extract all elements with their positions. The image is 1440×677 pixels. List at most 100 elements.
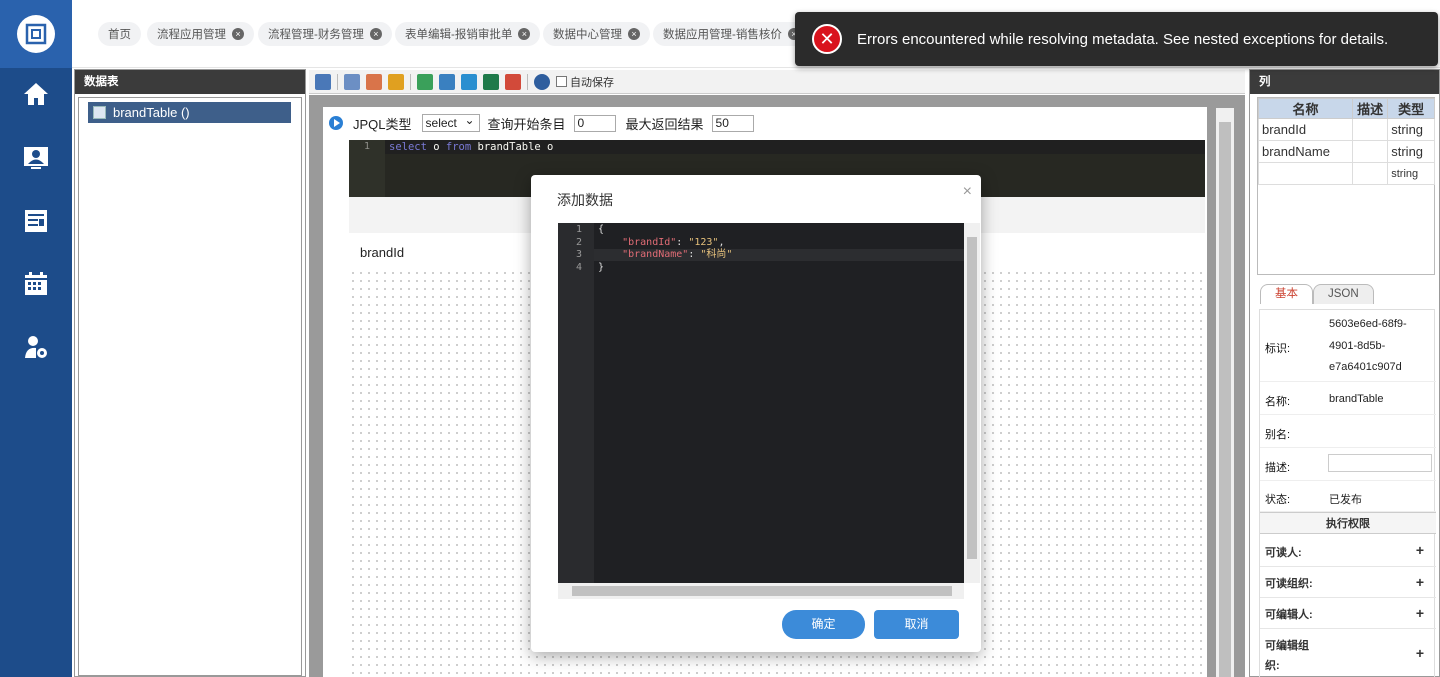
col-name[interactable]: brandId [1258, 118, 1353, 141]
scrollbar-thumb[interactable] [967, 237, 977, 559]
code-text: o [426, 141, 446, 153]
copy-icon[interactable] [344, 73, 360, 90]
tab-finance[interactable]: 流程管理-财务管理 × [258, 22, 392, 46]
json-value: "科尚" [700, 249, 733, 260]
home-icon[interactable] [22, 80, 50, 108]
jpql-type-select[interactable]: select [421, 112, 480, 132]
json-code: { "brandId": "123", "brandName": "科尚"} [598, 224, 732, 274]
col-name[interactable]: brandName [1258, 140, 1353, 163]
prop-description: 描述: [1260, 449, 1436, 481]
json-key: "brandId" [622, 236, 677, 248]
col-desc-header: 描述 [1351, 98, 1389, 119]
scrollbar-thumb[interactable] [1219, 122, 1231, 677]
prop-label: 状态: [1265, 494, 1291, 506]
permissions-title: 执行权限 [1260, 512, 1436, 534]
clear-icon[interactable] [505, 73, 521, 90]
tab-process-apps[interactable]: 流程应用管理 × [147, 22, 254, 46]
perm-read-orgs: 可读组织: + [1260, 567, 1436, 598]
form-icon[interactable] [22, 207, 50, 235]
property-tabs: 基本 JSON [1260, 284, 1374, 304]
columns-table: 名称 描述 类型 brandId string brandName string… [1257, 97, 1435, 275]
tab-json[interactable]: JSON [1313, 284, 1374, 304]
col-desc[interactable] [1351, 118, 1389, 141]
start-index-input[interactable]: 0 [573, 114, 616, 132]
close-tab-icon[interactable]: × [232, 28, 244, 40]
add-icon[interactable]: + [1416, 605, 1424, 621]
build-icon[interactable] [388, 73, 404, 90]
run-query-icon[interactable] [329, 116, 343, 130]
scrollbar-thumb[interactable] [572, 586, 952, 596]
table-icon [93, 106, 106, 119]
editor-vertical-scrollbar[interactable] [964, 223, 980, 583]
document-icon[interactable] [461, 73, 477, 90]
close-tab-icon[interactable]: × [369, 28, 382, 40]
cancel-button[interactable]: 取消 [874, 610, 959, 639]
tree-item-brandtable[interactable]: brandTable () [88, 102, 291, 123]
tab-basic[interactable]: 基本 [1260, 284, 1313, 304]
code-line: } [598, 261, 605, 273]
app-logo[interactable] [0, 0, 72, 68]
description-input[interactable] [1328, 454, 1432, 472]
autosave-toggle[interactable]: 自动保存 [556, 74, 614, 90]
col-desc[interactable] [1351, 140, 1389, 163]
confirm-button[interactable]: 确定 [782, 610, 865, 639]
jpql-type-label: JPQL类型 [353, 116, 412, 132]
jpql-code: select o from brandTable o [389, 141, 553, 153]
excel-icon[interactable] [483, 73, 499, 90]
save-icon[interactable] [315, 73, 331, 90]
add-icon[interactable]: + [1416, 645, 1424, 661]
col-type[interactable]: string [1387, 140, 1435, 163]
dialog-title: 添加数据 [557, 192, 613, 208]
table-row[interactable]: brandId string [1258, 118, 1435, 141]
close-tab-icon[interactable]: × [518, 28, 531, 40]
line-number: 1 [575, 224, 582, 235]
col-desc[interactable] [1351, 162, 1389, 185]
editor-toolbar: 自动保存 [309, 70, 1245, 94]
prop-value: brandTable [1329, 393, 1384, 405]
code-keyword: select [389, 141, 427, 153]
export-icon[interactable] [439, 73, 455, 90]
close-icon[interactable]: × [963, 183, 972, 201]
tab-expense-form[interactable]: 表单编辑-报销审批单 × [395, 22, 541, 46]
line-numbers: 1 2 3 4 [558, 223, 594, 583]
error-toast[interactable]: ✕ Errors encountered while resolving met… [795, 12, 1438, 66]
max-results-label: 最大返回结果 [625, 116, 704, 132]
tab-home[interactable]: 首页 [98, 22, 141, 46]
col-name[interactable] [1258, 162, 1353, 185]
code-text: brandTable o [471, 141, 554, 153]
code-line: { [598, 224, 605, 235]
toolbar-divider [527, 73, 528, 90]
prop-id: 标识: 5603e6ed-68f9- 4901-8d5b- e7a6401c90… [1260, 310, 1436, 382]
add-icon[interactable]: + [1416, 574, 1424, 590]
col-type[interactable]: string [1387, 118, 1435, 141]
tab-data-center[interactable]: 数据中心管理 × [543, 22, 650, 46]
autosave-checkbox[interactable] [556, 76, 567, 87]
user-card-icon[interactable] [22, 144, 50, 172]
add-icon[interactable]: + [1416, 542, 1424, 558]
col-type-select[interactable]: string [1387, 162, 1435, 185]
table-row[interactable]: brandName string [1258, 140, 1435, 163]
json-editor[interactable]: 1 2 3 4 { "brandId": "123", "brandName":… [558, 223, 980, 599]
tab-label: 数据应用管理-销售核价 [663, 29, 782, 41]
prop-value: 5603e6ed-68f9- [1329, 318, 1407, 330]
user-settings-icon[interactable] [22, 333, 50, 361]
calendar-icon[interactable] [22, 270, 50, 298]
table-row[interactable]: string [1258, 162, 1435, 185]
editor-horizontal-scrollbar[interactable] [558, 583, 964, 599]
tab-label: 表单编辑-报销审批单 [405, 29, 513, 41]
close-tab-icon[interactable]: × [628, 28, 640, 40]
tab-sales-pricing[interactable]: 数据应用管理-销售核价 × [653, 22, 810, 46]
import-icon[interactable] [417, 73, 433, 90]
perm-label: 织: [1265, 660, 1280, 672]
help-icon[interactable] [534, 73, 550, 90]
delete-table-icon[interactable] [366, 73, 382, 90]
tab-label: 首页 [108, 29, 131, 41]
max-results-input[interactable]: 50 [711, 114, 754, 132]
add-data-dialog: 添加数据 × 1 2 3 4 { "brandId": "123", "bran… [531, 175, 981, 652]
code-keyword: from [445, 141, 472, 153]
toolbar-divider [337, 73, 338, 90]
autosave-label: 自动保存 [570, 76, 614, 89]
table-list-panel: 数据表 brandTable () [74, 69, 306, 677]
tree-item-label: brandTable () [113, 105, 190, 120]
workspace-scrollbar[interactable] [1216, 108, 1234, 677]
